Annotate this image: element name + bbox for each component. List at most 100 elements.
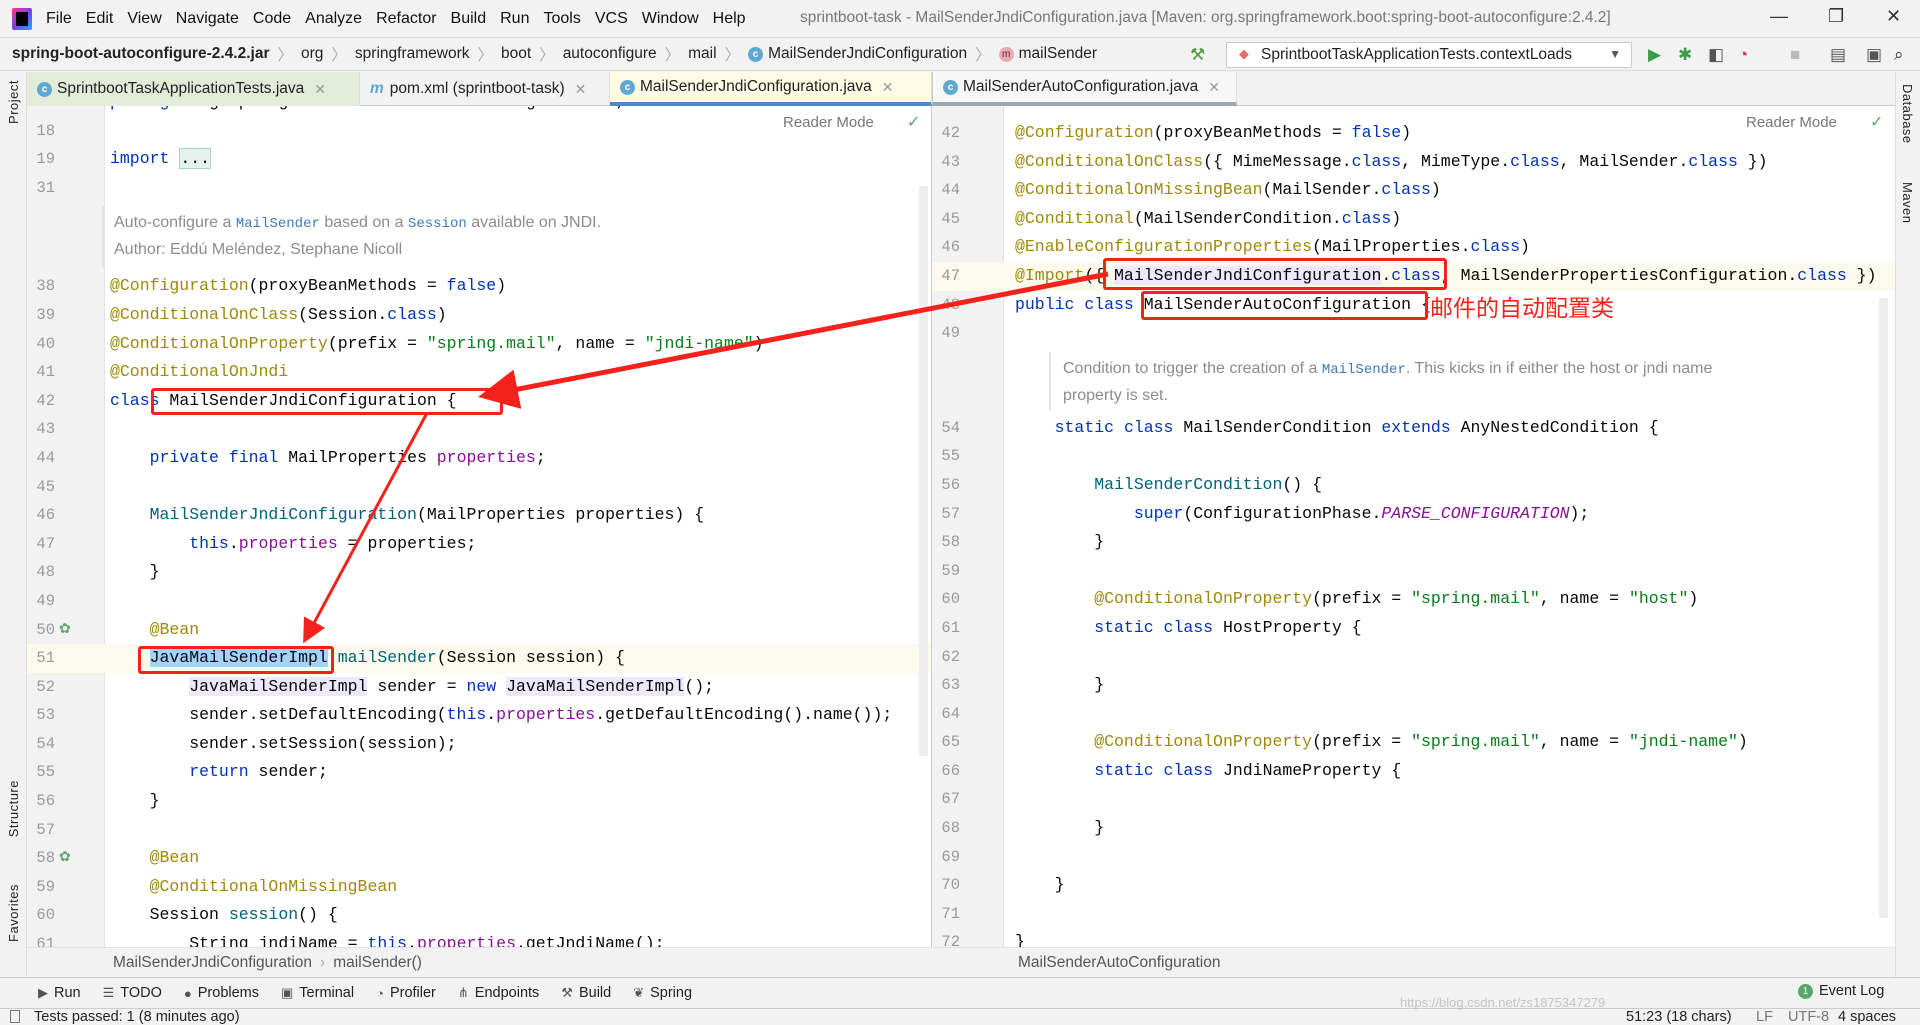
profile-icon[interactable]: ◔ (1738, 45, 1748, 65)
reader-mode-button[interactable]: Reader Mode (783, 114, 874, 131)
tab-mail-sender-auto-configuration[interactable]: c MailSenderAutoConfiguration.java ✕ (932, 72, 1237, 106)
menu-edit[interactable]: Edit (86, 10, 114, 28)
project-structure-icon[interactable]: ▤ (1830, 45, 1846, 65)
code-line: 44 private final MailProperties properti… (27, 444, 931, 473)
code-line: 56 } (27, 787, 931, 816)
breadcrumb-item[interactable]: org (301, 45, 323, 63)
build-hammer-icon[interactable]: ⚒ (1190, 45, 1205, 65)
breadcrumb-item[interactable]: spring-boot-autoconfigure-2.4.2.jar (12, 45, 269, 63)
search-icon[interactable]: ⌕ (1894, 45, 1904, 65)
breadcrumb-item[interactable]: mail (688, 45, 716, 63)
line-number: 49 (36, 591, 55, 610)
code-token: class (1381, 180, 1431, 200)
menu-help[interactable]: Help (713, 10, 746, 28)
minimize-button[interactable]: — (1770, 6, 1788, 27)
maven-tool-button[interactable]: Maven (1900, 182, 1915, 224)
close-icon[interactable]: ✕ (1208, 79, 1220, 96)
tool-window-label: Build (578, 985, 612, 1001)
close-button[interactable]: ✕ (1886, 6, 1901, 27)
line-number: 42 (36, 391, 55, 410)
code-token: (ConfigurationPhase. (1183, 503, 1382, 523)
tool-window-terminal[interactable]: ▣ Terminal (281, 985, 354, 1001)
scrollbar[interactable] (1879, 298, 1888, 918)
line-separator[interactable]: LF (1756, 1009, 1773, 1025)
code-line: 61 String jndiName = this.properties.get… (27, 930, 931, 947)
tab-sprintboot-task-application-tests[interactable]: c SprintbootTaskApplicationTests.java ✕ (27, 72, 360, 106)
breadcrumb-class[interactable]: MailSenderAutoConfiguration (1018, 954, 1220, 971)
favorites-tool-button[interactable]: Favorites (6, 884, 21, 942)
breadcrumb-class[interactable]: MailSenderJndiConfiguration (113, 954, 312, 971)
scrollbar[interactable] (919, 186, 928, 756)
menu-view[interactable]: View (127, 10, 161, 28)
menu-file[interactable]: File (46, 10, 72, 28)
menu-analyze[interactable]: Analyze (305, 10, 362, 28)
breadcrumb-method[interactable]: mailSender() (333, 954, 422, 971)
right-code-editor[interactable]: 42 @Configuration(proxyBeanMethods = fals… (932, 106, 1895, 947)
breadcrumb-item[interactable]: c MailSenderJndiConfiguration (748, 45, 967, 63)
class-icon: c (943, 79, 958, 95)
tool-window-spring[interactable]: ❦ Spring (633, 985, 692, 1001)
menu-run[interactable]: Run (500, 10, 529, 28)
tab-pom-xml[interactable]: m pom.xml (sprintboot-task) ✕ (360, 72, 610, 106)
code-token: @Configuration (1015, 123, 1154, 142)
line-number: 59 (941, 561, 960, 580)
indent-setting[interactable]: 4 spaces (1838, 1009, 1896, 1025)
debug-icon[interactable]: ✱ (1678, 45, 1692, 65)
doc-comment: Auto-configure a MailSender based on a S… (27, 202, 931, 272)
tool-window-endpoints[interactable]: ⋔ Endpoints (458, 985, 539, 1001)
breadcrumb-item[interactable]: m mailSender (998, 45, 1097, 63)
coverage-icon[interactable]: ◧ (1708, 45, 1724, 65)
file-encoding[interactable]: UTF-8 (1788, 1009, 1829, 1025)
project-tool-button[interactable]: Project (6, 80, 21, 124)
tool-window-build[interactable]: ⚒ Build (561, 985, 611, 1001)
event-log-button[interactable]: 1 Event Log (1798, 983, 1884, 999)
code-token: @ConditionalOnProperty (1094, 589, 1313, 609)
close-icon[interactable]: ✕ (575, 81, 587, 98)
code-token: } (110, 562, 160, 582)
breadcrumb-item[interactable]: springframework (355, 45, 470, 63)
caret-position[interactable]: 51:23 (18 chars) (1626, 1009, 1732, 1025)
code-token: , name = (1539, 589, 1629, 609)
close-icon[interactable]: ✕ (882, 79, 894, 96)
stop-icon[interactable]: ■ (1790, 45, 1800, 65)
reader-mode-button[interactable]: Reader Mode (1746, 114, 1837, 131)
breadcrumb-item[interactable]: boot (501, 45, 531, 63)
menu-refactor[interactable]: Refactor (376, 10, 436, 28)
inspection-ok-icon[interactable]: ✓ (907, 112, 920, 132)
menu-code[interactable]: Code (253, 10, 291, 28)
breadcrumb-item[interactable]: autoconfigure (563, 45, 657, 63)
presentation-icon[interactable]: ▣ (1866, 45, 1882, 65)
tab-mail-sender-jndi-configuration[interactable]: c MailSenderJndiConfiguration.java ✕ (610, 72, 932, 106)
tool-window-problems[interactable]: ● Problems (184, 985, 259, 1001)
code-text: import ... (110, 145, 212, 174)
folded-imports[interactable]: ... (179, 148, 212, 170)
restore-button[interactable]: ❐ (1828, 6, 1844, 27)
left-code-editor[interactable]: 17 package org.springframework.boot.autoc… (27, 106, 932, 947)
menu-window[interactable]: Window (642, 10, 699, 28)
tool-window-run[interactable]: ▶ Run (38, 985, 81, 1001)
close-icon[interactable]: ✕ (314, 81, 326, 98)
inspection-ok-icon[interactable]: ✓ (1870, 112, 1883, 132)
bean-gutter-icon[interactable]: ✿ (59, 616, 71, 645)
menu-vcs[interactable]: VCS (595, 10, 628, 28)
code-token: package (110, 106, 179, 111)
code-token: (Session. (298, 304, 388, 324)
menu-build[interactable]: Build (451, 10, 487, 28)
database-tool-button[interactable]: Database (1900, 84, 1915, 144)
bean-gutter-icon[interactable]: ✿ (59, 844, 71, 873)
tool-window-todo[interactable]: ☰ TODO (103, 985, 162, 1001)
code-token: } (110, 791, 160, 811)
menu-tools[interactable]: Tools (543, 10, 580, 28)
menu-navigate[interactable]: Navigate (176, 10, 239, 28)
run-icon[interactable]: ▶ (1648, 45, 1661, 65)
annotation-note: 邮件的自动配置类 (1430, 296, 1614, 322)
breadcrumb-label: springframework (354, 45, 470, 62)
code-text: package org.springframework.boot.autocon… (110, 106, 625, 117)
run-configuration-select[interactable]: ◆ SprintbootTaskApplicationTests.context… (1226, 42, 1632, 68)
code-line: 60 @ConditionalOnProperty(prefix = "spri… (932, 585, 1895, 614)
tool-window-profiler[interactable]: ◔ Profiler (376, 985, 436, 1001)
status-bar: Tests passed: 1 (8 minutes ago) https://… (0, 995, 1920, 1025)
toggle-tool-windows-icon[interactable] (10, 1010, 20, 1023)
structure-tool-button[interactable]: Structure (6, 780, 21, 837)
